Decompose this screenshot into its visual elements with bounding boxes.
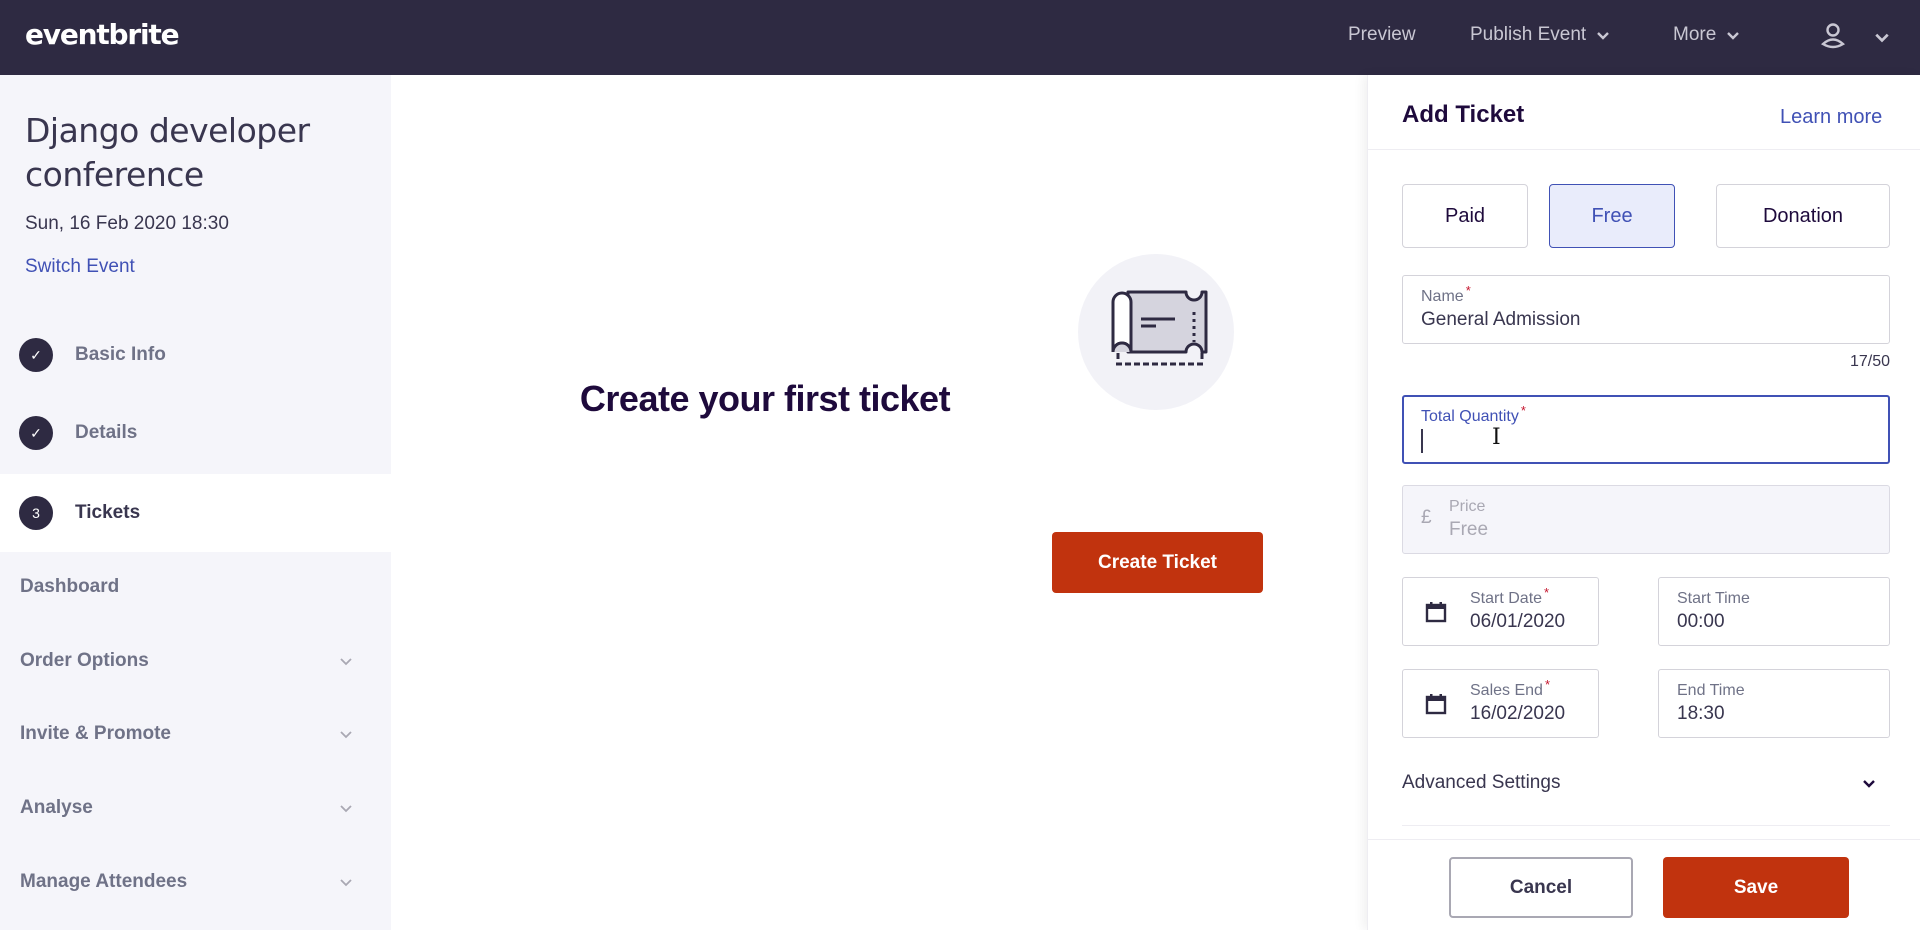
calendar-icon bbox=[1425, 602, 1447, 623]
save-button[interactable]: Save bbox=[1663, 857, 1849, 918]
start-date-field[interactable]: Start Date * 06/01/2020 bbox=[1402, 577, 1599, 646]
name-char-counter: 17/50 bbox=[1849, 353, 1890, 370]
chevron-down-icon bbox=[340, 879, 352, 887]
sales-end-field[interactable]: Sales End * 16/02/2020 bbox=[1402, 669, 1599, 738]
learn-more-link[interactable]: Learn more bbox=[1780, 106, 1882, 129]
sidebar-item-label: Manage Attendees bbox=[20, 871, 188, 892]
panel-header: Add Ticket Learn more bbox=[1368, 75, 1920, 150]
name-value: General Admission bbox=[1421, 309, 1581, 330]
main-content bbox=[391, 75, 1367, 930]
start-date-label: Start Date * bbox=[1470, 585, 1549, 608]
user-icon[interactable] bbox=[1820, 22, 1846, 50]
name-label: Name * bbox=[1421, 283, 1471, 306]
required-marker: * bbox=[1520, 403, 1526, 418]
step-number: 3 bbox=[19, 496, 53, 530]
step-label: Basic Info bbox=[75, 344, 166, 365]
required-marker: * bbox=[1544, 585, 1550, 600]
advanced-settings-label: Advanced Settings bbox=[1402, 772, 1561, 793]
text-cursor-icon: I bbox=[1492, 425, 1501, 450]
sidebar-item-order-options[interactable]: Order Options bbox=[0, 631, 391, 691]
step-label: Tickets bbox=[75, 502, 141, 523]
start-date-value: 06/01/2020 bbox=[1470, 611, 1566, 632]
publish-event-label: Publish Event bbox=[1470, 24, 1587, 45]
sidebar-item-invite-promote[interactable]: Invite & Promote bbox=[0, 704, 391, 764]
sidebar-item-label: Order Options bbox=[20, 650, 149, 671]
event-date: Sun, 16 Feb 2020 18:30 bbox=[25, 213, 229, 234]
create-ticket-heading: Create your first ticket bbox=[579, 378, 951, 419]
required-marker: * bbox=[1465, 283, 1471, 298]
event-title: Django developer conference bbox=[25, 111, 310, 194]
sidebar-item-label: Analyse bbox=[20, 797, 93, 818]
switch-event-link[interactable]: Switch Event bbox=[25, 256, 135, 278]
start-time-value: 00:00 bbox=[1677, 611, 1725, 632]
chevron-down-icon bbox=[340, 731, 352, 739]
text-caret bbox=[1421, 429, 1423, 453]
panel-title: Add Ticket bbox=[1402, 101, 1525, 128]
sidebar-item-label: Dashboard bbox=[20, 576, 120, 597]
add-ticket-panel: Add Ticket Learn more Paid Free Donation… bbox=[1367, 75, 1920, 930]
name-label-text: Name bbox=[1421, 288, 1464, 305]
ticket-type-free-button[interactable]: Free bbox=[1549, 184, 1675, 248]
ticket-type-paid-button[interactable]: Paid bbox=[1402, 184, 1528, 248]
price-label: Price bbox=[1449, 498, 1486, 515]
eventbrite-logo[interactable]: eventbrite bbox=[25, 18, 180, 51]
check-icon: ✓ bbox=[19, 338, 53, 372]
name-field[interactable]: Name * General Admission bbox=[1402, 275, 1890, 344]
sidebar-item-dashboard[interactable]: Dashboard bbox=[0, 557, 391, 617]
advanced-settings-toggle[interactable]: Advanced Settings bbox=[1402, 761, 1890, 816]
check-icon: ✓ bbox=[19, 416, 53, 450]
chevron-down-icon bbox=[340, 805, 352, 813]
price-value: Free bbox=[1449, 519, 1489, 540]
start-time-field[interactable]: Start Time 00:00 bbox=[1658, 577, 1890, 646]
divider bbox=[1368, 839, 1920, 840]
start-time-label: Start Time bbox=[1677, 590, 1750, 607]
chevron-down-icon bbox=[1597, 32, 1610, 40]
ticket-type-donation-button[interactable]: Donation bbox=[1716, 184, 1890, 248]
preview-link[interactable]: Preview bbox=[1348, 24, 1416, 46]
total-quantity-label: Total Quantity * bbox=[1421, 403, 1526, 426]
price-field: £ Price Free bbox=[1402, 485, 1890, 554]
chevron-down-icon bbox=[1863, 780, 1875, 788]
more-menu[interactable]: More bbox=[1673, 24, 1740, 46]
currency-symbol: £ bbox=[1421, 507, 1432, 528]
sales-end-value: 16/02/2020 bbox=[1470, 703, 1566, 724]
end-time-label: End Time bbox=[1677, 682, 1745, 699]
more-label: More bbox=[1673, 24, 1717, 45]
create-ticket-button[interactable]: Create Ticket bbox=[1052, 532, 1263, 593]
chevron-down-icon bbox=[340, 658, 352, 666]
end-time-value: 18:30 bbox=[1677, 703, 1725, 724]
required-marker: * bbox=[1544, 677, 1550, 692]
publish-event-menu[interactable]: Publish Event bbox=[1470, 24, 1610, 46]
sidebar-item-manage-attendees[interactable]: Manage Attendees bbox=[0, 852, 391, 912]
sidebar-item-label: Invite & Promote bbox=[20, 723, 171, 744]
user-menu-chevron-icon[interactable] bbox=[1874, 29, 1890, 45]
total-quantity-input[interactable]: Total Quantity * I bbox=[1402, 395, 1890, 464]
chevron-down-icon bbox=[1727, 32, 1740, 40]
cancel-button[interactable]: Cancel bbox=[1449, 857, 1633, 918]
end-time-field[interactable]: End Time 18:30 bbox=[1658, 669, 1890, 738]
sales-end-label: Sales End * bbox=[1470, 677, 1550, 700]
divider bbox=[1402, 825, 1890, 826]
step-label: Details bbox=[75, 422, 138, 443]
preview-label: Preview bbox=[1348, 24, 1416, 45]
sidebar-item-analyse[interactable]: Analyse bbox=[0, 778, 391, 838]
sales-end-label-text: Sales End bbox=[1470, 682, 1543, 699]
calendar-icon bbox=[1425, 694, 1447, 715]
step-tickets[interactable]: 3 Tickets bbox=[0, 474, 391, 552]
top-nav-bar: eventbrite Preview Publish Event More bbox=[0, 0, 1920, 75]
start-date-label-text: Start Date bbox=[1470, 590, 1543, 607]
total-quantity-label-text: Total Quantity bbox=[1421, 408, 1519, 425]
